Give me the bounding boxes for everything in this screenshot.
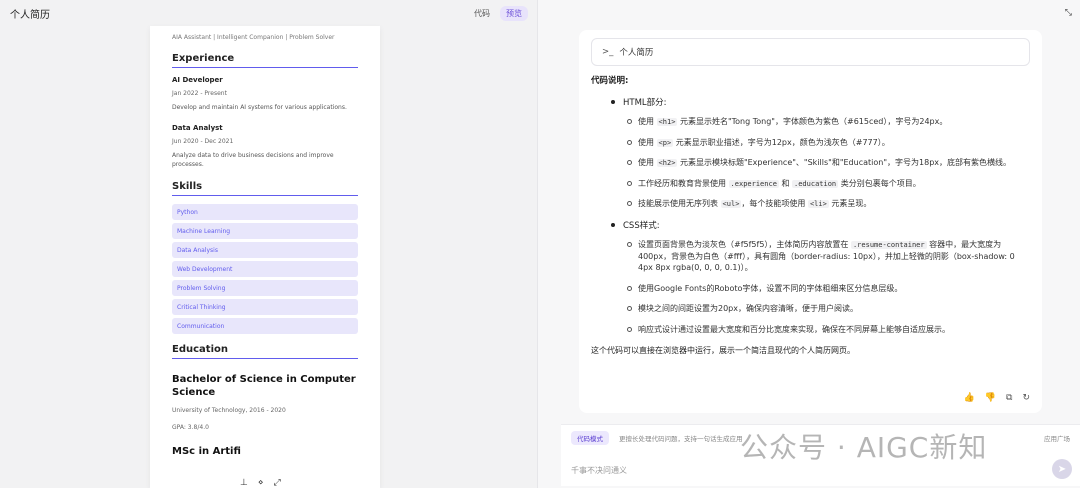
message-actions: 👍 👎 ⧉ ↻ (964, 393, 1030, 403)
skills-list: Python Machine Learning Data Analysis We… (172, 204, 358, 334)
bullet-icon (627, 180, 632, 186)
education-degree: Bachelor of Science in Computer Science (172, 374, 356, 398)
bullet-icon (627, 139, 632, 145)
code-file-chip[interactable]: >_ 个人简历 (591, 38, 1030, 66)
summary-text: 这个代码可以直接在浏览器中运行，展示一个简洁且现代的个人简历网页。 (591, 345, 855, 355)
job-date: Jan 2022 - Present (172, 90, 227, 97)
list-item: 使用Google Fonts的Roboto字体，设置不同的字体粗细来区分信息层级… (627, 283, 1030, 295)
edit-icon[interactable]: ⋄ (258, 478, 264, 488)
watermark-text: 公众号 · AIGC新知 (740, 431, 988, 464)
bullet-icon (627, 160, 632, 166)
send-icon[interactable]: ➤ (1052, 459, 1072, 479)
list-item: 工作经历和教育背景使用 .experience 和 .education 类分别… (627, 178, 1030, 190)
skill-item: Problem Solving (172, 280, 358, 296)
app-plaza-link[interactable]: 应用广场 (1044, 433, 1070, 443)
css-points: 设置页面背景色为淡灰色（#f5f5f5），主体简历内容放置在 .resume-c… (627, 239, 1030, 336)
section-label: CSS样式: (623, 220, 660, 231)
section-label: HTML部分: (623, 98, 667, 108)
regenerate-icon[interactable]: ↻ (1022, 393, 1030, 403)
collapse-icon[interactable]: ⤡ (1065, 8, 1072, 18)
education-school: University of Technology, 2016 - 2020 (172, 407, 286, 414)
skill-item: Data Analysis (172, 242, 358, 258)
job-title: Data Analyst (172, 124, 223, 132)
job-entry: AI Developer Jan 2022 - Present Develop … (172, 76, 358, 112)
skill-item: Machine Learning (172, 223, 358, 239)
copy-icon[interactable]: ⧉ (1006, 393, 1012, 403)
education-gpa: GPA: 3.8/4.0 (172, 424, 209, 431)
skills-heading: Skills (172, 181, 358, 196)
job-date: Jun 2020 - Dec 2021 (172, 138, 234, 145)
section-html: HTML部分: (611, 96, 1030, 108)
preview-float-toolbar: ⊥ ⋄ ⤢ (240, 478, 281, 488)
chat-panel: ⤡ >_ 个人简历 代码说明: HTML部分: 使用 <h1> 元素显示姓名"T… (539, 0, 1080, 488)
download-icon[interactable]: ⊥ (240, 478, 248, 488)
skill-item: Critical Thinking (172, 299, 358, 315)
education-heading: Education (172, 344, 358, 359)
html-points: 使用 <h1> 元素显示姓名"Tong Tong"，字体颜色为紫色（#615ce… (627, 116, 1030, 210)
preview-topbar: 个人简历 代码 预览 (0, 0, 537, 26)
skill-item: Communication (172, 318, 358, 334)
bullet-icon (627, 285, 632, 291)
fullscreen-icon[interactable]: ⤢ (273, 478, 280, 488)
terminal-icon: >_ (602, 47, 614, 57)
list-item: 使用 <h1> 元素显示姓名"Tong Tong"，字体颜色为紫色（#615ce… (627, 116, 1030, 128)
bullet-icon (627, 241, 632, 247)
explanation-heading: 代码说明: (591, 76, 629, 86)
tab-preview[interactable]: 预览 (500, 5, 528, 21)
code-mode-chip[interactable]: 代码模式 (571, 431, 609, 445)
bullet-icon (611, 100, 615, 104)
skill-item: Web Development (172, 261, 358, 277)
list-item: 技能展示使用无序列表 <ul> ，每个技能项使用 <li> 元素呈现。 (627, 198, 1030, 210)
thumbs-down-icon[interactable]: 👎 (985, 393, 996, 403)
code-file-name: 个人简历 (619, 48, 654, 58)
resume-preview: AIA Assistant | Intelligent Companion | … (150, 26, 380, 488)
bullet-icon (627, 201, 632, 207)
skill-item: Python (172, 204, 358, 220)
resume-tagline: AIA Assistant | Intelligent Companion | … (172, 34, 335, 41)
preview-title: 个人简历 (10, 9, 50, 21)
thumbs-up-icon[interactable]: 👍 (964, 393, 975, 403)
bullet-icon (627, 306, 632, 312)
list-item: 设置页面背景色为淡灰色（#f5f5f5），主体简历内容放置在 .resume-c… (627, 239, 1030, 274)
job-entry: Data Analyst Jun 2020 - Dec 2021 Analyze… (172, 124, 358, 169)
chat-input[interactable]: 千事不决问通义 (571, 465, 627, 476)
preview-panel: 个人简历 代码 预览 AIA Assistant | Intelligent C… (0, 0, 538, 488)
bullet-icon (611, 222, 615, 227)
education-degree: MSc in Artifi (172, 446, 241, 457)
section-css: CSS样式: (611, 219, 1030, 231)
list-item: 模块之间的间距设置为20px，确保内容清晰，便于用户阅读。 (627, 303, 1030, 315)
list-item: 使用 <h2> 元素显示模块标题"Experience"、"Skills"和"E… (627, 157, 1030, 169)
tab-code[interactable]: 代码 (468, 6, 496, 21)
job-title: AI Developer (172, 76, 223, 84)
job-description: Analyze data to drive business decisions… (172, 152, 334, 168)
list-item: 响应式设计通过设置最大宽度和百分比宽度来实现，确保在不同屏幕上能够自适应展示。 (627, 324, 1030, 336)
bullet-icon (627, 326, 632, 332)
assistant-message: >_ 个人简历 代码说明: HTML部分: 使用 <h1> 元素显示姓名"Ton… (579, 30, 1042, 413)
mode-hint: 更擅长处理代码问题，支持一句话生成应用 (619, 435, 743, 443)
job-description: Develop and maintain AI systems for vari… (172, 104, 347, 111)
mode-tabs: 代码 预览 (468, 5, 528, 21)
bullet-icon (627, 119, 632, 124)
experience-heading: Experience (172, 53, 358, 68)
list-item: 使用 <p> 元素显示职业描述，字号为12px，颜色为浅灰色（#777）。 (627, 137, 1030, 149)
